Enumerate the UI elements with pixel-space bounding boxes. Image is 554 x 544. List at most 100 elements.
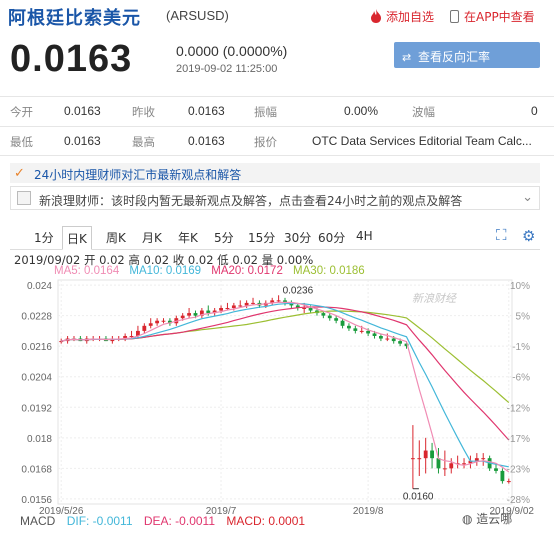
tab-1min[interactable]: 1分	[30, 228, 58, 249]
y-tick-label: 0.0216	[21, 342, 52, 353]
stat-value: 0.00%	[344, 104, 379, 118]
candle-body	[378, 336, 383, 339]
ma20-line	[61, 306, 510, 441]
high-marker: 0.0236	[283, 285, 314, 296]
pct-tick-label: -23%	[507, 464, 530, 475]
candle-body	[372, 333, 377, 336]
candle-body	[353, 328, 358, 331]
wechat-icon: ◍	[462, 512, 477, 526]
candle-body	[148, 323, 153, 326]
chart-grid	[57, 279, 513, 505]
macd-value-label: MACD: 0.0001	[226, 514, 306, 528]
candle-body	[417, 458, 422, 460]
reverse-rate-button[interactable]: ⇄ 查看反向汇率	[394, 42, 540, 68]
candle-body	[225, 308, 230, 309]
y-tick-label: 0.0228	[21, 312, 52, 323]
stat-value: 0.0163	[64, 134, 101, 148]
dea-label: DEA: -0.0011	[143, 514, 215, 528]
pct-tick-label: -12%	[507, 403, 530, 414]
fullscreen-icon[interactable]: ⛶	[496, 227, 507, 244]
stat-label: 波幅	[412, 105, 435, 119]
pct-tick-label: -17%	[507, 434, 530, 445]
add-favorite-label: 添加自选	[386, 10, 435, 24]
tab-4h[interactable]: 4H	[352, 228, 377, 249]
low-marker: 0.0160	[403, 492, 434, 503]
x-tick-label: 2019/7	[206, 506, 237, 514]
candle-body	[251, 302, 255, 304]
candle-body	[423, 450, 428, 459]
wechat-watermark-text: 造云哪	[476, 512, 513, 526]
candle-body	[359, 330, 364, 332]
fire-icon	[371, 9, 381, 23]
candle-body	[142, 325, 147, 331]
view-in-app-button[interactable]: 在APP中查看	[450, 8, 535, 25]
candle-body	[238, 305, 243, 307]
kline-chart[interactable]: 新浪财经 0.0240.02280.02160.02040.01920.0180…	[0, 276, 554, 514]
stat-value: OTC Data Services Editorial Team Calc...	[312, 134, 532, 148]
stat-label: 今开	[10, 105, 33, 119]
y-axis-labels: 0.024 0.0228 0.0216 0.0204 0.0192 0.018 0.0168…	[21, 281, 52, 506]
stat-label: 最低	[10, 135, 33, 149]
instrument-code: (ARSUSD)	[166, 8, 229, 23]
tab-yearly[interactable]: 年K	[174, 228, 202, 249]
y-tick-label: 0.0192	[21, 403, 52, 414]
ma10-line	[61, 302, 509, 468]
extreme-markers: 0.0236 0.0160	[283, 285, 434, 502]
candle-body	[219, 308, 223, 311]
tab-daily[interactable]: 日K	[62, 226, 92, 250]
analyst-notice-text: 新浪理财师：该时段内暂无最新观点及解答，点击查看24小时之前的观点及解答	[39, 194, 463, 208]
candle-body	[449, 463, 454, 469]
pct-axis-labels: 10% 5% -1% -6% -12% -17% -23% -28%	[507, 281, 530, 506]
tab-5min[interactable]: 5分	[210, 228, 238, 249]
stat-label: 昨收	[132, 105, 155, 119]
current-price: 0.0163	[10, 38, 133, 80]
add-favorite-button[interactable]: 添加自选	[370, 8, 434, 25]
candle-body	[340, 320, 345, 326]
candle-body	[462, 463, 466, 465]
stat-value: 0	[531, 104, 538, 118]
candle-body	[385, 338, 390, 340]
period-tabs: 1分 日K 周K 月K 年K 5分 15分 30分 60分 4H ⛶ ⚙	[10, 224, 540, 250]
candle-body	[327, 315, 332, 319]
plot-frame	[57, 279, 513, 505]
candle-body	[302, 308, 307, 309]
pct-tick-label: 5%	[516, 312, 531, 323]
candle-body	[244, 302, 249, 306]
tab-60min[interactable]: 60分	[314, 228, 349, 249]
ma-lines	[61, 301, 510, 473]
stat-label: 振幅	[254, 105, 277, 119]
stat-value: 0.0163	[188, 104, 225, 118]
candle-body	[442, 468, 447, 470]
candle-body	[321, 313, 326, 316]
candle-body	[347, 325, 351, 329]
candle-body	[129, 336, 134, 337]
tab-15min[interactable]: 15分	[244, 228, 279, 249]
stat-value: 0.0163	[188, 134, 225, 148]
sina-watermark: 新浪财经	[412, 292, 457, 305]
candle-body	[366, 330, 371, 334]
gear-icon[interactable]: ⚙	[522, 227, 535, 245]
analyst-news-bar[interactable]: ✓ 24小时内理财师对汇市最新观点和解答	[10, 163, 540, 183]
candle-body	[506, 481, 511, 483]
stat-label: 最高	[132, 135, 155, 149]
candle-body	[155, 320, 160, 324]
x-tick-label: 2019/5/26	[39, 506, 84, 514]
candle-body	[193, 313, 198, 316]
macd-title: MACD	[20, 514, 56, 528]
pct-tick-label: -1%	[512, 342, 530, 353]
price-change: 0.0000 (0.0000%)	[176, 43, 288, 59]
stat-label: 报价	[254, 135, 277, 149]
candle-body	[161, 320, 166, 322]
chevron-down-icon[interactable]: ⌄	[522, 189, 533, 205]
header: 阿根廷比索美元 (ARSUSD) 添加自选 在APP中查看	[0, 0, 554, 32]
candle-body	[474, 458, 479, 461]
analyst-news-title: 24小时内理财师对汇市最新观点和解答	[34, 168, 242, 182]
candle-body	[334, 318, 339, 321]
candle-body	[500, 470, 505, 482]
tab-weekly[interactable]: 周K	[102, 228, 130, 249]
tab-monthly[interactable]: 月K	[138, 228, 166, 249]
dif-label: DIF: -0.0011	[66, 514, 133, 528]
tab-30min[interactable]: 30分	[280, 228, 315, 249]
analyst-notice[interactable]: 新浪理财师：该时段内暂无最新观点及解答，点击查看24小时之前的观点及解答 ⌄	[10, 186, 540, 210]
stats-table: 今开 0.0163 昨收 0.0163 振幅 0.00% 波幅 0 最低 0.0…	[0, 96, 554, 156]
